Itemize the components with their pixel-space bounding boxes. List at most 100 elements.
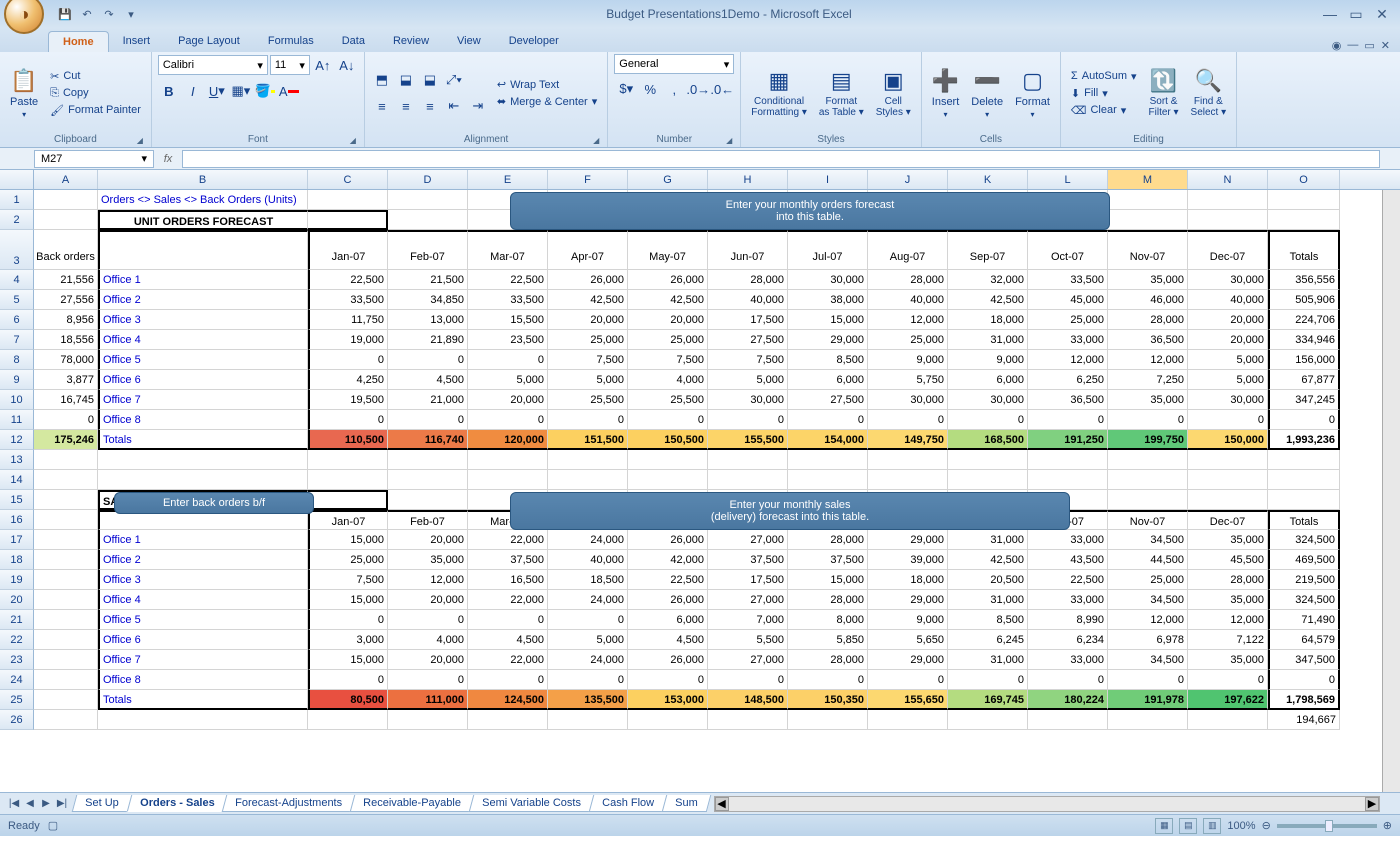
- cell[interactable]: 0: [388, 610, 468, 630]
- cell[interactable]: 27,000: [708, 530, 788, 550]
- cell[interactable]: 17,500: [708, 310, 788, 330]
- cell[interactable]: 7,122: [1188, 630, 1268, 650]
- cell[interactable]: 4,500: [628, 630, 708, 650]
- cell[interactable]: 3,877: [34, 370, 98, 390]
- cell[interactable]: [98, 710, 308, 730]
- cell[interactable]: 22,500: [1028, 570, 1108, 590]
- grow-font[interactable]: A↑: [312, 54, 334, 76]
- row-header-26[interactable]: 26: [0, 710, 34, 730]
- cell[interactable]: Jun-07: [708, 230, 788, 270]
- cell[interactable]: Office 8: [98, 670, 308, 690]
- zoom-level[interactable]: 100%: [1227, 820, 1255, 832]
- cell[interactable]: [34, 690, 98, 710]
- cell[interactable]: [34, 190, 98, 210]
- cell[interactable]: 31,000: [948, 590, 1028, 610]
- zoom-out[interactable]: ⊖: [1262, 819, 1271, 832]
- row-header-3[interactable]: 3: [0, 230, 34, 270]
- cell[interactable]: 7,500: [308, 570, 388, 590]
- cell[interactable]: 30,000: [868, 390, 948, 410]
- cell[interactable]: 155,650: [868, 690, 948, 710]
- cell[interactable]: 16,500: [468, 570, 548, 590]
- cell[interactable]: 30,000: [948, 390, 1028, 410]
- cell[interactable]: 28,000: [1188, 570, 1268, 590]
- cell[interactable]: 224,706: [1268, 310, 1340, 330]
- cell[interactable]: 0: [468, 670, 548, 690]
- cell[interactable]: 15,000: [308, 530, 388, 550]
- cell[interactable]: 505,906: [1268, 290, 1340, 310]
- cell[interactable]: [548, 450, 628, 470]
- cell[interactable]: 36,500: [1028, 390, 1108, 410]
- cell[interactable]: [388, 190, 468, 210]
- cell[interactable]: [34, 670, 98, 690]
- cell[interactable]: 28,000: [788, 650, 868, 670]
- cell[interactable]: [468, 710, 548, 730]
- number-format-combo[interactable]: General▾: [614, 54, 734, 74]
- cell[interactable]: 45,000: [1028, 290, 1108, 310]
- cell[interactable]: 26,000: [548, 270, 628, 290]
- cell[interactable]: [34, 650, 98, 670]
- font-size-combo[interactable]: 11▾: [270, 55, 310, 75]
- cell[interactable]: 35,000: [1108, 390, 1188, 410]
- cell[interactable]: [34, 490, 98, 510]
- cell[interactable]: 25,000: [548, 330, 628, 350]
- tab-review[interactable]: Review: [379, 31, 443, 52]
- cell[interactable]: 5,000: [548, 370, 628, 390]
- sheet-first[interactable]: |◀: [6, 796, 22, 812]
- cell[interactable]: [34, 210, 98, 230]
- row-header-2[interactable]: 2: [0, 210, 34, 230]
- cell[interactable]: 37,500: [788, 550, 868, 570]
- percent-button[interactable]: %: [639, 78, 661, 100]
- cell[interactable]: 26,000: [628, 530, 708, 550]
- cell[interactable]: 37,500: [468, 550, 548, 570]
- bold-button[interactable]: B: [158, 80, 180, 102]
- cell[interactable]: [1108, 450, 1188, 470]
- col-header-C[interactable]: C: [308, 170, 388, 189]
- clipboard-launcher[interactable]: ◢: [137, 136, 143, 145]
- cell[interactable]: 4,500: [468, 630, 548, 650]
- cell[interactable]: 18,500: [548, 570, 628, 590]
- currency-button[interactable]: $▾: [615, 78, 637, 100]
- cell[interactable]: 22,000: [468, 590, 548, 610]
- cell[interactable]: 24,000: [548, 650, 628, 670]
- cell[interactable]: 33,000: [1028, 530, 1108, 550]
- cell[interactable]: 0: [948, 670, 1028, 690]
- wrap-text-button[interactable]: ↩Wrap Text: [493, 77, 601, 92]
- sheet-tab-semi-variable-costs[interactable]: Semi Variable Costs: [469, 795, 594, 812]
- cell[interactable]: [548, 710, 628, 730]
- cell[interactable]: 20,000: [388, 590, 468, 610]
- cell[interactable]: 155,500: [708, 430, 788, 450]
- row-header-9[interactable]: 9: [0, 370, 34, 390]
- col-header-F[interactable]: F: [548, 170, 628, 189]
- cell[interactable]: 20,000: [388, 530, 468, 550]
- cell[interactable]: 0: [468, 410, 548, 430]
- cell[interactable]: 0: [388, 670, 468, 690]
- increase-indent[interactable]: ⇥: [467, 95, 489, 117]
- minimize-button[interactable]: —: [1318, 5, 1342, 23]
- cell[interactable]: 150,500: [628, 430, 708, 450]
- cell[interactable]: 24,000: [548, 530, 628, 550]
- cell[interactable]: Office 1: [98, 270, 308, 290]
- cell[interactable]: [868, 710, 948, 730]
- cell[interactable]: 45,500: [1188, 550, 1268, 570]
- cell[interactable]: [34, 610, 98, 630]
- cell[interactable]: Nov-07: [1108, 230, 1188, 270]
- cell[interactable]: UNIT ORDERS FORECAST: [98, 210, 308, 230]
- col-header-G[interactable]: G: [628, 170, 708, 189]
- cell[interactable]: 22,000: [468, 650, 548, 670]
- col-header-M[interactable]: M: [1108, 170, 1188, 189]
- cell[interactable]: 30,000: [708, 390, 788, 410]
- sort-filter[interactable]: 🔃Sort &Filter ▾: [1145, 66, 1183, 120]
- cell[interactable]: Office 6: [98, 370, 308, 390]
- cell[interactable]: 24,000: [548, 590, 628, 610]
- cell[interactable]: [308, 710, 388, 730]
- cell[interactable]: [1188, 190, 1268, 210]
- cell[interactable]: 32,000: [948, 270, 1028, 290]
- align-middle[interactable]: ⬓: [395, 69, 417, 91]
- row-header-18[interactable]: 18: [0, 550, 34, 570]
- horizontal-scrollbar[interactable]: ◀ ▶: [714, 796, 1381, 812]
- cell[interactable]: 150,350: [788, 690, 868, 710]
- cell[interactable]: 5,000: [1188, 350, 1268, 370]
- cell[interactable]: 324,500: [1268, 530, 1340, 550]
- cell[interactable]: 4,250: [308, 370, 388, 390]
- cell[interactable]: 20,000: [1188, 310, 1268, 330]
